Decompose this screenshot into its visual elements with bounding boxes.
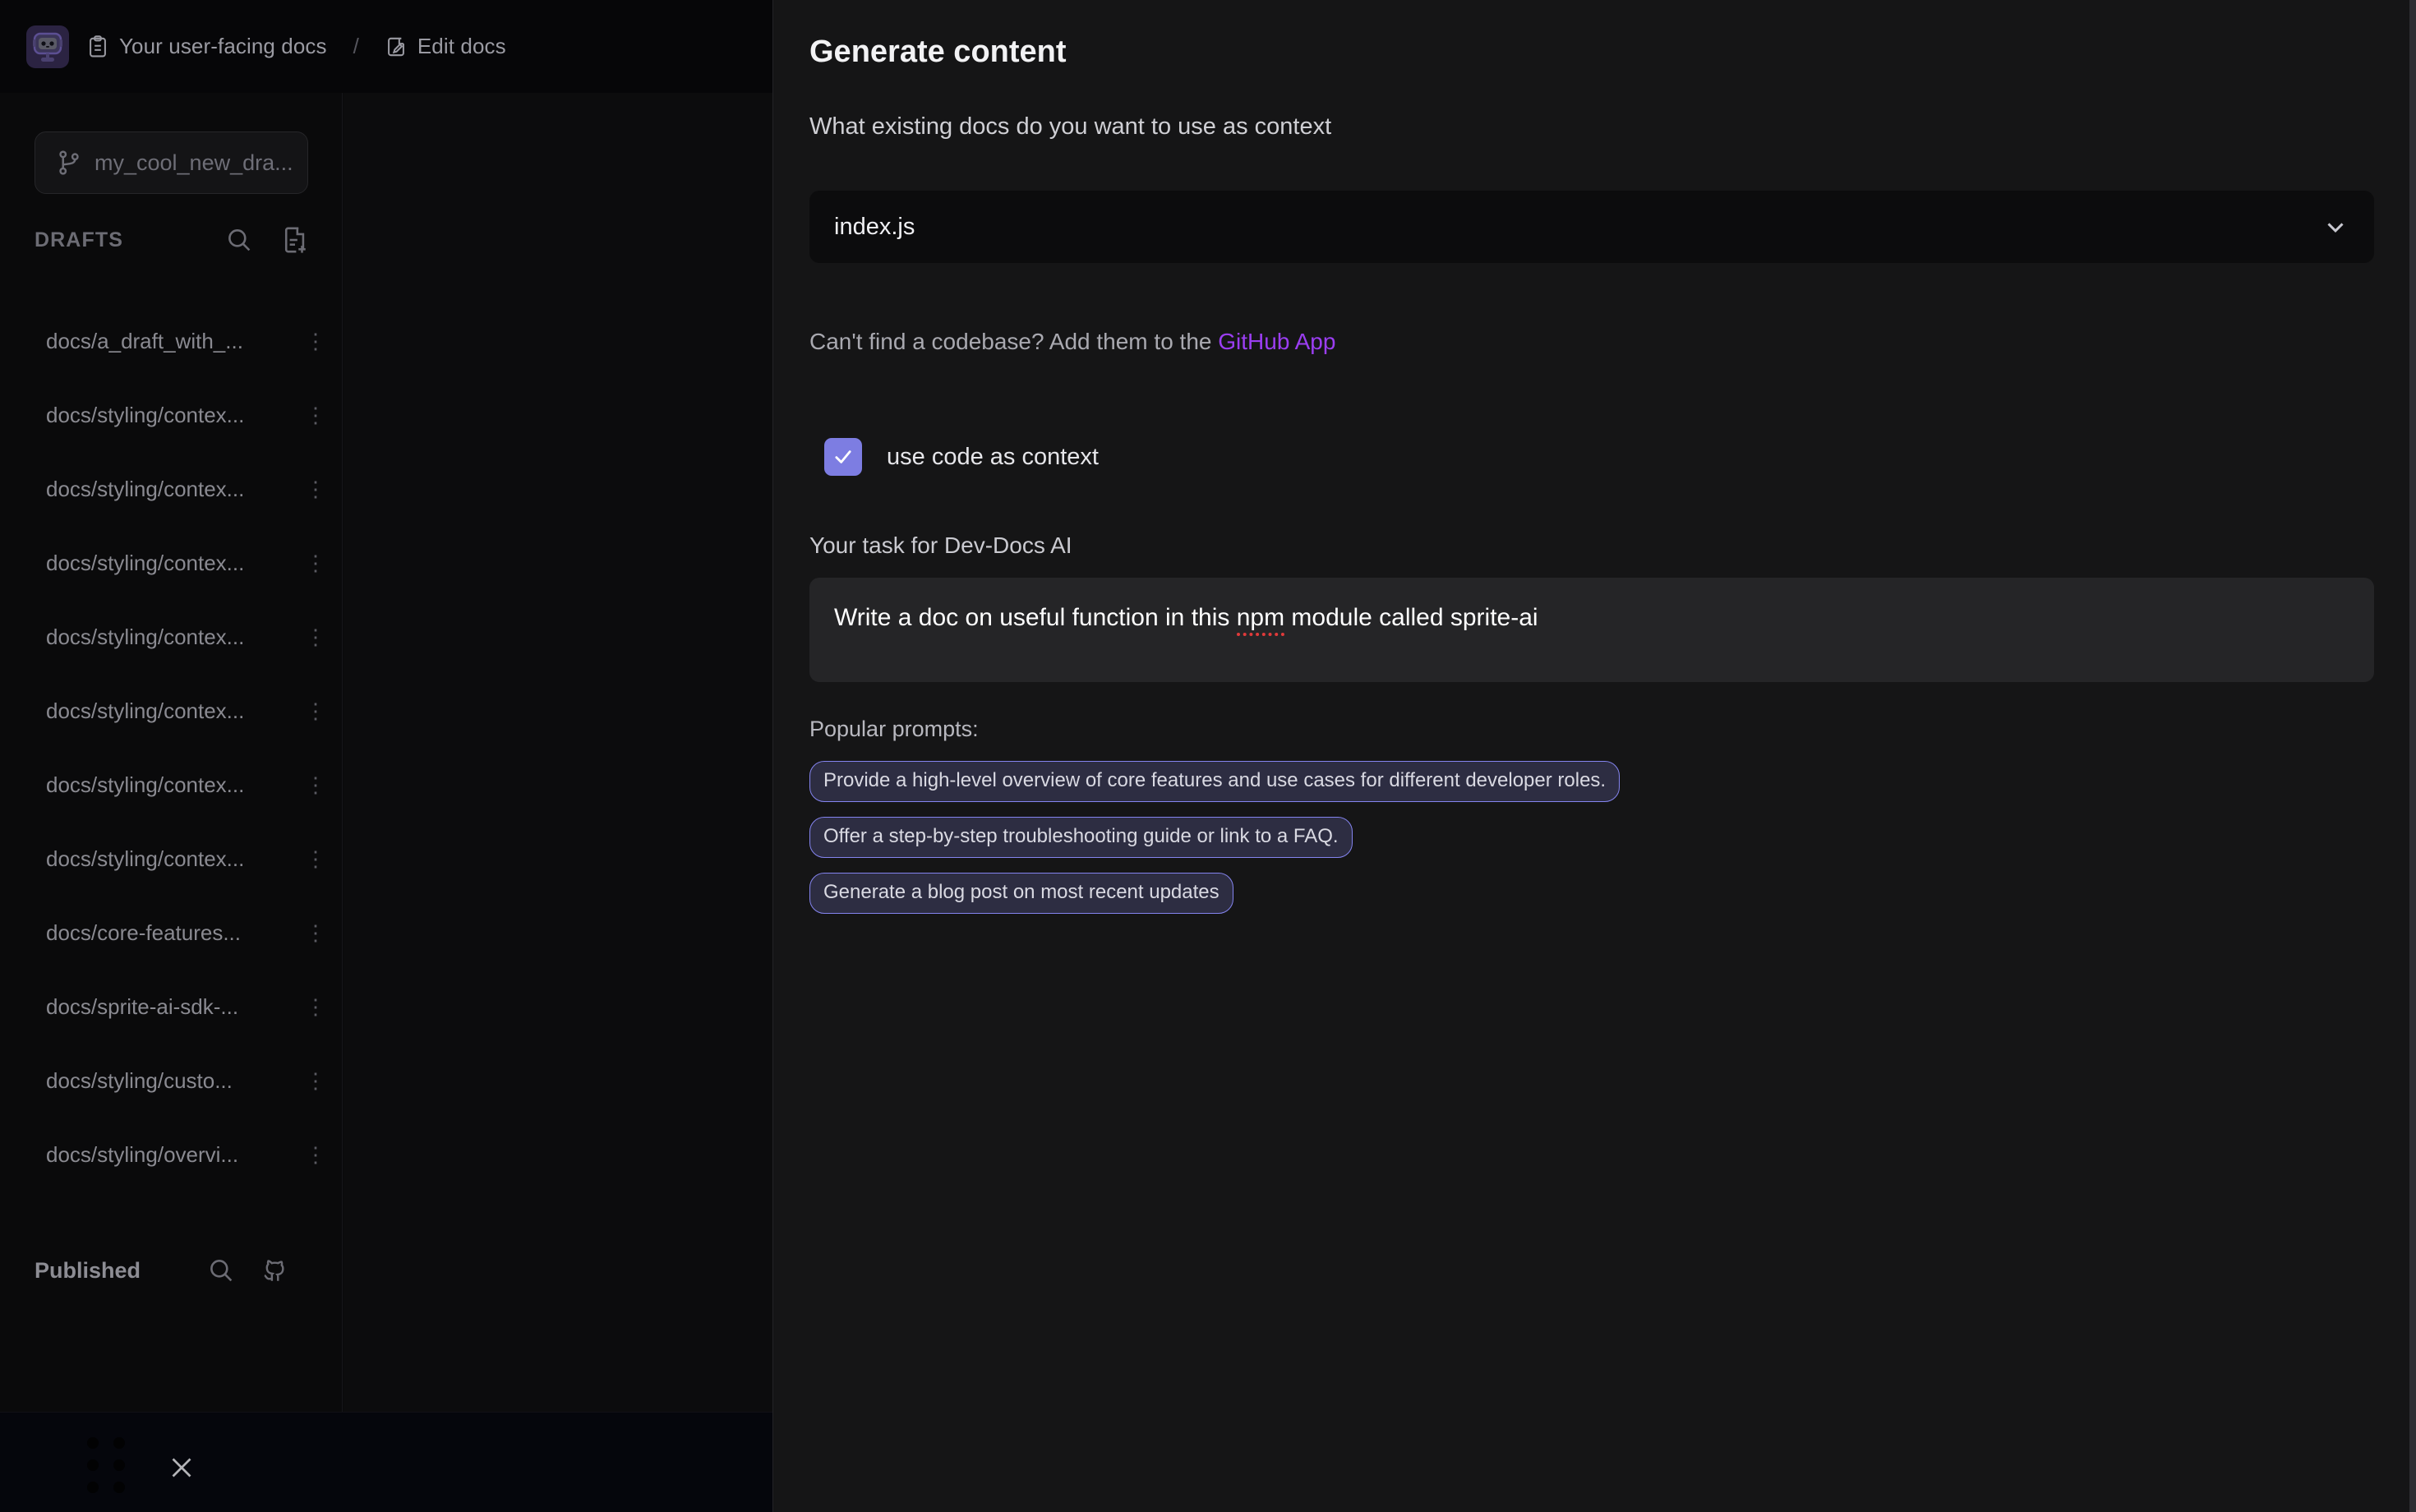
more-options-icon[interactable]: ⋮ [305,929,321,936]
task-text-before: Write a doc on useful function in this [834,604,1237,631]
close-icon [167,1453,196,1482]
list-item[interactable]: docs/sprite-ai-sdk-... ⋮ [0,970,343,1044]
dev-docs-robot-logo[interactable] [26,25,69,68]
breadcrumb-item-edit-docs[interactable]: Edit docs [385,34,506,59]
codebase-select[interactable]: index.js [809,191,2374,263]
use-code-checkbox[interactable] [824,438,862,476]
robot-icon [33,30,62,63]
list-item[interactable]: docs/styling/custo... ⋮ [0,1044,343,1118]
task-field-label: Your task for Dev-Docs AI [809,532,1072,559]
more-options-icon[interactable]: ⋮ [305,412,321,418]
popular-prompts-label: Popular prompts: [809,717,979,742]
more-options-icon[interactable]: ⋮ [305,634,321,640]
context-question-label: What existing docs do you want to use as… [809,113,1331,141]
published-section-header[interactable]: Published [35,1251,308,1290]
breadcrumb-item-your-docs[interactable]: Your user-facing docs [87,34,327,59]
drafts-list: docs/a_draft_with_... ⋮ docs/styling/con… [0,304,343,1192]
draft-name: docs/styling/contex... [46,625,244,650]
drag-handle-dots-icon[interactable] [87,1437,125,1493]
top-breadcrumb-bar: Your user-facing docs / Edit docs [0,0,772,93]
more-options-icon[interactable]: ⋮ [305,781,321,788]
more-options-icon[interactable]: ⋮ [305,708,321,714]
prompt-chip[interactable]: Provide a high-level overview of core fe… [809,761,1620,802]
list-item[interactable]: docs/styling/contex... ⋮ [0,674,343,748]
github-icon[interactable] [261,1256,288,1284]
list-item[interactable]: docs/styling/contex... ⋮ [0,526,343,600]
draft-name: docs/styling/overvi... [46,1142,238,1168]
list-item[interactable]: docs/styling/contex... ⋮ [0,452,343,526]
task-text-misspelled: npm [1237,604,1284,636]
app-root: Your user-facing docs / Edit docs [0,0,2416,1512]
list-item[interactable]: docs/styling/overvi... ⋮ [0,1118,343,1192]
codebase-hint-text: Can't find a codebase? Add them to the [809,329,1218,354]
checkmark-icon [832,445,855,468]
chevron-down-icon[interactable] [2321,213,2349,241]
task-input[interactable]: Write a doc on useful function in this n… [809,578,2374,682]
use-code-as-context-row[interactable]: use code as context [824,438,1099,476]
draft-name: docs/styling/contex... [46,403,244,428]
search-icon[interactable] [208,1257,234,1284]
codebase-hint: Can't find a codebase? Add them to the G… [809,329,1335,355]
panel-scrollbar[interactable] [2409,0,2416,1512]
list-item[interactable]: docs/styling/contex... ⋮ [0,822,343,896]
prompt-chip[interactable]: Generate a blog post on most recent upda… [809,873,1233,914]
branch-label: my_cool_new_dra... [95,150,293,176]
branch-selector[interactable]: my_cool_new_dra... [35,131,308,194]
draft-name: docs/styling/contex... [46,846,244,872]
more-options-icon[interactable]: ⋮ [305,1077,321,1084]
task-text-after: module called sprite-ai [1284,604,1538,631]
page-title: Generate content [809,35,1067,70]
published-title: Published [35,1258,141,1284]
search-icon[interactable] [226,227,252,253]
breadcrumb-label-your-docs: Your user-facing docs [119,34,327,59]
draft-name: docs/styling/contex... [46,477,244,502]
draft-name: docs/styling/contex... [46,551,244,576]
draft-name: docs/sprite-ai-sdk-... [46,994,238,1020]
breadcrumb-label-edit-docs: Edit docs [417,34,506,59]
workspace-column [343,93,772,1412]
edit-document-icon [385,35,407,58]
more-options-icon[interactable]: ⋮ [305,560,321,566]
prompt-chip[interactable]: Offer a step-by-step troubleshooting gui… [809,817,1353,858]
bottom-toolbar [0,1412,772,1512]
task-input-value: Write a doc on useful function in this n… [834,602,2349,634]
draft-name: docs/a_draft_with_... [46,329,243,354]
new-document-icon[interactable] [282,226,308,254]
draft-name: docs/styling/contex... [46,698,244,724]
github-app-link[interactable]: GitHub App [1218,329,1335,354]
breadcrumb-separator: / [353,34,359,59]
list-item[interactable]: docs/styling/contex... ⋮ [0,600,343,674]
git-branch-icon [57,150,81,176]
draft-name: docs/core-features... [46,920,241,946]
draft-name: docs/styling/contex... [46,772,244,798]
more-options-icon[interactable]: ⋮ [305,486,321,492]
more-options-icon[interactable]: ⋮ [305,855,321,862]
more-options-icon[interactable]: ⋮ [305,1003,321,1010]
drafts-title: DRAFTS [35,228,123,252]
popular-prompts-list: Provide a high-level overview of core fe… [809,761,1878,914]
list-item[interactable]: docs/core-features... ⋮ [0,896,343,970]
list-item[interactable]: docs/styling/contex... ⋮ [0,748,343,822]
more-options-icon[interactable]: ⋮ [305,1151,321,1158]
use-code-checkbox-label: use code as context [887,444,1099,471]
codebase-select-value: index.js [834,214,915,241]
clipboard-icon [87,35,108,58]
generate-content-panel: Generate content What existing docs do y… [772,0,2409,1512]
drafts-section-header: DRAFTS [35,222,308,258]
close-button[interactable] [160,1446,203,1489]
more-options-icon[interactable]: ⋮ [305,338,321,344]
left-application-area: Your user-facing docs / Edit docs [0,0,772,1512]
list-item[interactable]: docs/styling/contex... ⋮ [0,378,343,452]
list-item[interactable]: docs/a_draft_with_... ⋮ [0,304,343,378]
draft-name: docs/styling/custo... [46,1068,233,1094]
